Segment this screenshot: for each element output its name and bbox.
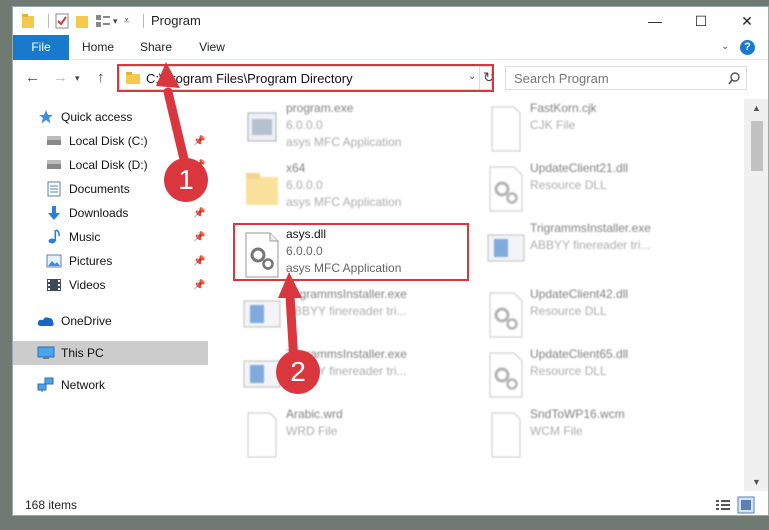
arrow-2-head [278,272,302,298]
arrow-1-head [156,62,180,88]
annotation-overlay [156,62,302,367]
step-badge-2: 2 [276,350,320,394]
step-badge-1: 1 [164,158,208,202]
